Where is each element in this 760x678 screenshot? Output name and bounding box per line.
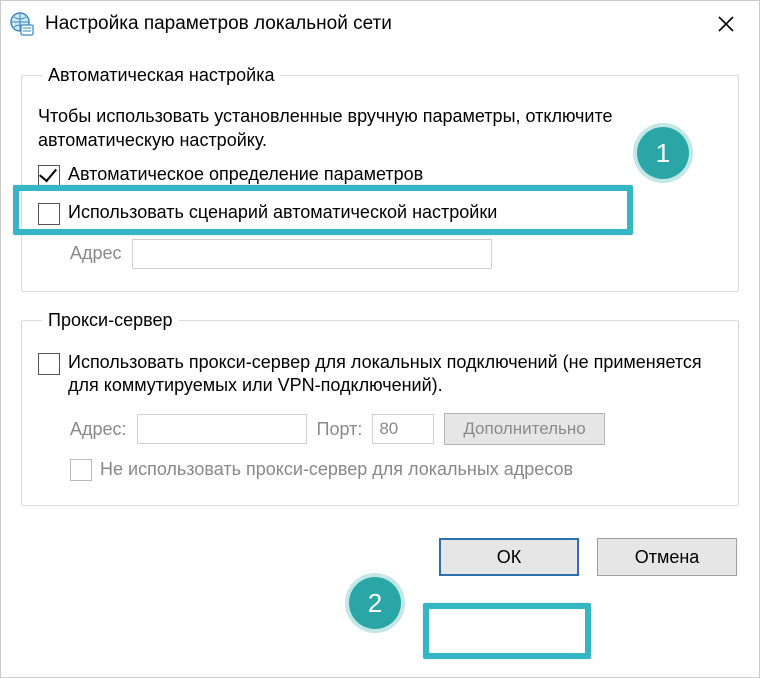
auto-script-address-label: Адрес <box>70 243 122 264</box>
auto-script-address-row: Адрес <box>70 239 722 269</box>
use-proxy-label: Использовать прокси-сервер для локальных… <box>68 351 722 398</box>
annotation-badge-2: 2 <box>349 577 401 629</box>
proxy-address-label: Адрес: <box>70 419 127 440</box>
proxy-group: Прокси-сервер Использовать прокси-сервер… <box>21 310 739 507</box>
internet-options-icon <box>9 11 35 37</box>
auto-script-address-input <box>132 239 492 269</box>
auto-script-checkbox[interactable] <box>38 203 60 225</box>
close-icon <box>717 15 735 33</box>
proxy-legend: Прокси-сервер <box>42 310 179 331</box>
proxy-port-label: Порт: <box>317 419 363 440</box>
auto-detect-label: Автоматическое определение параметров <box>68 163 423 186</box>
lan-settings-dialog: Настройка параметров локальной сети Авто… <box>0 0 760 678</box>
auto-detect-checkbox[interactable] <box>38 165 60 187</box>
auto-config-legend: Автоматическая настройка <box>42 65 281 86</box>
proxy-address-input <box>137 414 307 444</box>
bypass-local-row: Не использовать прокси-сервер для локаль… <box>70 457 722 481</box>
auto-config-description: Чтобы использовать установленные вручную… <box>38 104 722 153</box>
advanced-button: Дополнительно <box>444 413 604 445</box>
proxy-port-input <box>372 414 434 444</box>
annotation-badge-1: 1 <box>637 127 689 179</box>
dialog-content: Автоматическая настройка Чтобы использов… <box>1 47 759 532</box>
proxy-address-row: Адрес: Порт: Дополнительно <box>70 413 722 445</box>
auto-detect-row[interactable]: Автоматическое определение параметров <box>38 163 722 187</box>
auto-config-group: Автоматическая настройка Чтобы использов… <box>21 65 739 292</box>
use-proxy-checkbox[interactable] <box>38 353 60 375</box>
ok-button[interactable]: ОК <box>439 538 579 576</box>
bypass-local-label: Не использовать прокси-сервер для локаль… <box>100 458 573 481</box>
bypass-local-checkbox <box>70 459 92 481</box>
close-button[interactable] <box>701 4 751 44</box>
titlebar: Настройка параметров локальной сети <box>1 1 759 47</box>
use-proxy-row[interactable]: Использовать прокси-сервер для локальных… <box>38 351 722 398</box>
cancel-button[interactable]: Отмена <box>597 538 737 576</box>
auto-script-row[interactable]: Использовать сценарий автоматической нас… <box>38 201 722 225</box>
window-title: Настройка параметров локальной сети <box>45 13 701 35</box>
highlight-ok-button <box>423 603 591 659</box>
auto-script-label: Использовать сценарий автоматической нас… <box>68 201 497 224</box>
